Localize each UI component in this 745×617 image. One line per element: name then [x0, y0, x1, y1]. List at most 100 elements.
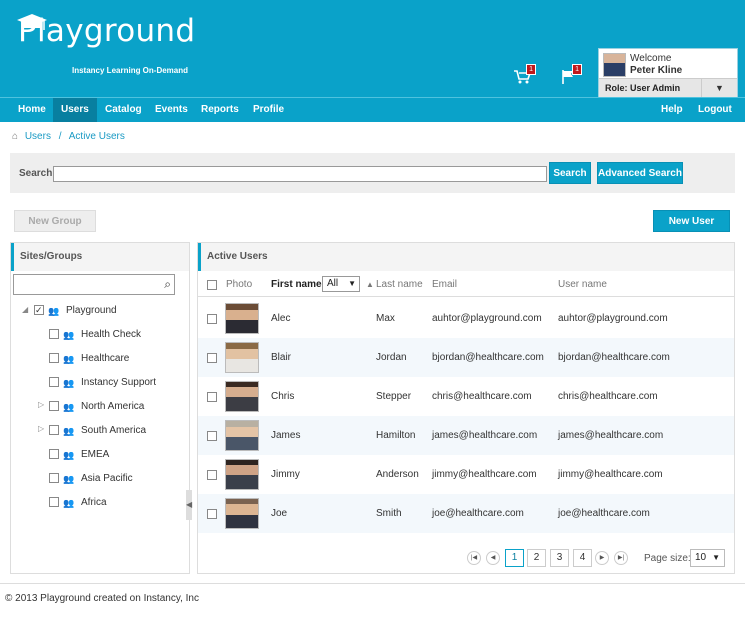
- page-3-button[interactable]: 3: [550, 549, 569, 567]
- role-selector[interactable]: Role: User Admin ▼: [599, 78, 737, 97]
- tree-expand-icon[interactable]: ▷: [38, 400, 44, 409]
- select-all-checkbox[interactable]: [207, 280, 217, 290]
- nav-logout[interactable]: Logout: [690, 98, 740, 122]
- col-first-name[interactable]: First name: [271, 279, 322, 290]
- nav-profile[interactable]: Profile: [245, 98, 292, 122]
- col-user-name[interactable]: User name: [558, 279, 607, 290]
- col-last-name[interactable]: Last name: [376, 279, 423, 290]
- row-checkbox[interactable]: [207, 353, 217, 363]
- brand-logo[interactable]: Playground Instancy Learning On-Demand: [17, 14, 195, 75]
- home-icon[interactable]: ⌂: [12, 131, 18, 142]
- tree-item-health-check[interactable]: 👥 Health Check: [49, 328, 141, 342]
- advanced-search-button[interactable]: Advanced Search: [597, 162, 683, 184]
- new-user-button[interactable]: New User: [653, 210, 730, 232]
- checkbox[interactable]: [49, 329, 59, 340]
- new-group-button[interactable]: New Group: [14, 210, 96, 232]
- last-page-icon[interactable]: ▶|: [614, 551, 628, 565]
- col-email[interactable]: Email: [432, 279, 457, 290]
- row-checkbox[interactable]: [207, 392, 217, 402]
- first-name-filter-select[interactable]: All ▼: [322, 276, 360, 292]
- chevron-down-icon[interactable]: ▼: [701, 79, 737, 97]
- copyright-text: © 2013 Playground created on Instancy, I…: [5, 593, 199, 604]
- page-2-button[interactable]: 2: [527, 549, 546, 567]
- group-icon: 👥: [48, 306, 60, 317]
- tree-item-healthcare[interactable]: 👥 Healthcare: [49, 352, 129, 366]
- group-icon: 👥: [63, 474, 75, 485]
- row-checkbox[interactable]: [207, 509, 217, 519]
- tree-item-emea[interactable]: 👥 EMEA: [49, 448, 109, 462]
- tree-item-south-america[interactable]: 👥 South America: [49, 424, 146, 438]
- checkbox[interactable]: [34, 303, 44, 317]
- cell-user-name: bjordan@healthcare.com: [558, 352, 670, 363]
- cell-email: chris@healthcare.com: [432, 391, 532, 402]
- table-row[interactable]: Alec Max auhtor@playground.com auhtor@pl…: [198, 299, 734, 338]
- table-row[interactable]: Joe Smith joe@healthcare.com joe@healthc…: [198, 494, 734, 533]
- nav-help[interactable]: Help: [653, 98, 691, 122]
- page-4-button[interactable]: 4: [573, 549, 592, 567]
- cell-first-name: Joe: [271, 508, 288, 519]
- sort-asc-icon[interactable]: ▲: [366, 280, 374, 289]
- next-page-icon[interactable]: ▶: [595, 551, 609, 565]
- row-checkbox[interactable]: [207, 431, 217, 441]
- page-1-button[interactable]: 1: [505, 549, 524, 567]
- checkbox[interactable]: [49, 401, 59, 412]
- sites-groups-title: Sites/Groups: [11, 243, 189, 271]
- col-photo: Photo: [226, 279, 253, 290]
- table-row[interactable]: James Hamilton james@healthcare.com jame…: [198, 416, 734, 455]
- checkbox[interactable]: [49, 425, 59, 436]
- checkbox[interactable]: [49, 473, 59, 484]
- nav-events[interactable]: Events: [147, 98, 196, 122]
- tree-item-africa[interactable]: 👥 Africa: [49, 496, 107, 510]
- panel-splitter-handle[interactable]: ◀: [186, 490, 192, 520]
- nav-users[interactable]: Users: [53, 98, 97, 122]
- search-icon[interactable]: ⌕: [164, 277, 171, 292]
- checkbox[interactable]: [49, 377, 59, 388]
- tree-collapse-icon[interactable]: ◢: [22, 305, 28, 314]
- group-icon: 👥: [63, 426, 75, 437]
- tree-item-asia-pacific[interactable]: 👥 Asia Pacific: [49, 472, 133, 486]
- chevron-down-icon: ▼: [348, 279, 356, 288]
- search-label: Search:: [19, 168, 56, 179]
- cell-first-name: Jimmy: [271, 469, 300, 480]
- user-photo: [225, 420, 259, 451]
- chevron-down-icon: ▼: [712, 553, 720, 562]
- user-photo: [225, 303, 259, 334]
- cell-first-name: Chris: [271, 391, 295, 402]
- nav-home[interactable]: Home: [10, 98, 54, 122]
- user-panel: Welcome Peter Kline Role: User Admin ▼: [598, 48, 738, 98]
- row-checkbox[interactable]: [207, 470, 217, 480]
- group-icon: 👥: [63, 330, 75, 341]
- cell-last-name: Hamilton: [376, 430, 416, 441]
- cell-email: james@healthcare.com: [432, 430, 538, 441]
- cell-last-name: Stepper: [376, 391, 412, 402]
- tree-item-instancy-support[interactable]: 👥 Instancy Support: [49, 376, 156, 390]
- cart-button[interactable]: 1: [512, 64, 536, 88]
- active-users-title: Active Users: [198, 243, 734, 271]
- group-search-input[interactable]: ⌕: [13, 274, 175, 295]
- checkbox[interactable]: [49, 497, 59, 508]
- row-checkbox[interactable]: [207, 314, 217, 324]
- search-button[interactable]: Search: [549, 162, 591, 184]
- tree-item-playground[interactable]: 👥Playground: [34, 303, 117, 318]
- checkbox[interactable]: [49, 353, 59, 364]
- user-name: Peter Kline: [630, 65, 683, 76]
- page-size-select[interactable]: 10 ▼: [690, 549, 725, 567]
- table-row[interactable]: Chris Stepper chris@healthcare.com chris…: [198, 377, 734, 416]
- breadcrumb-users[interactable]: Users: [25, 131, 51, 142]
- nav-catalog[interactable]: Catalog: [97, 98, 150, 122]
- prev-page-icon[interactable]: ◀: [486, 551, 500, 565]
- notifications-button[interactable]: 1: [558, 64, 582, 88]
- table-row[interactable]: Jimmy Anderson jimmy@healthcare.com jimm…: [198, 455, 734, 494]
- nav-reports[interactable]: Reports: [193, 98, 247, 122]
- main-nav: Home Users Catalog Events Reports Profil…: [0, 97, 745, 122]
- search-input[interactable]: [53, 166, 547, 182]
- cell-user-name: auhtor@playground.com: [558, 313, 668, 324]
- first-page-icon[interactable]: |◀: [467, 551, 481, 565]
- table-row[interactable]: Blair Jordan bjordan@healthcare.com bjor…: [198, 338, 734, 377]
- footer: © 2013 Playground created on Instancy, I…: [0, 583, 745, 617]
- checkbox[interactable]: [49, 449, 59, 460]
- tree-expand-icon[interactable]: ▷: [38, 424, 44, 433]
- cell-last-name: Smith: [376, 508, 402, 519]
- breadcrumb-current[interactable]: Active Users: [69, 131, 125, 142]
- tree-item-north-america[interactable]: 👥 North America: [49, 400, 144, 414]
